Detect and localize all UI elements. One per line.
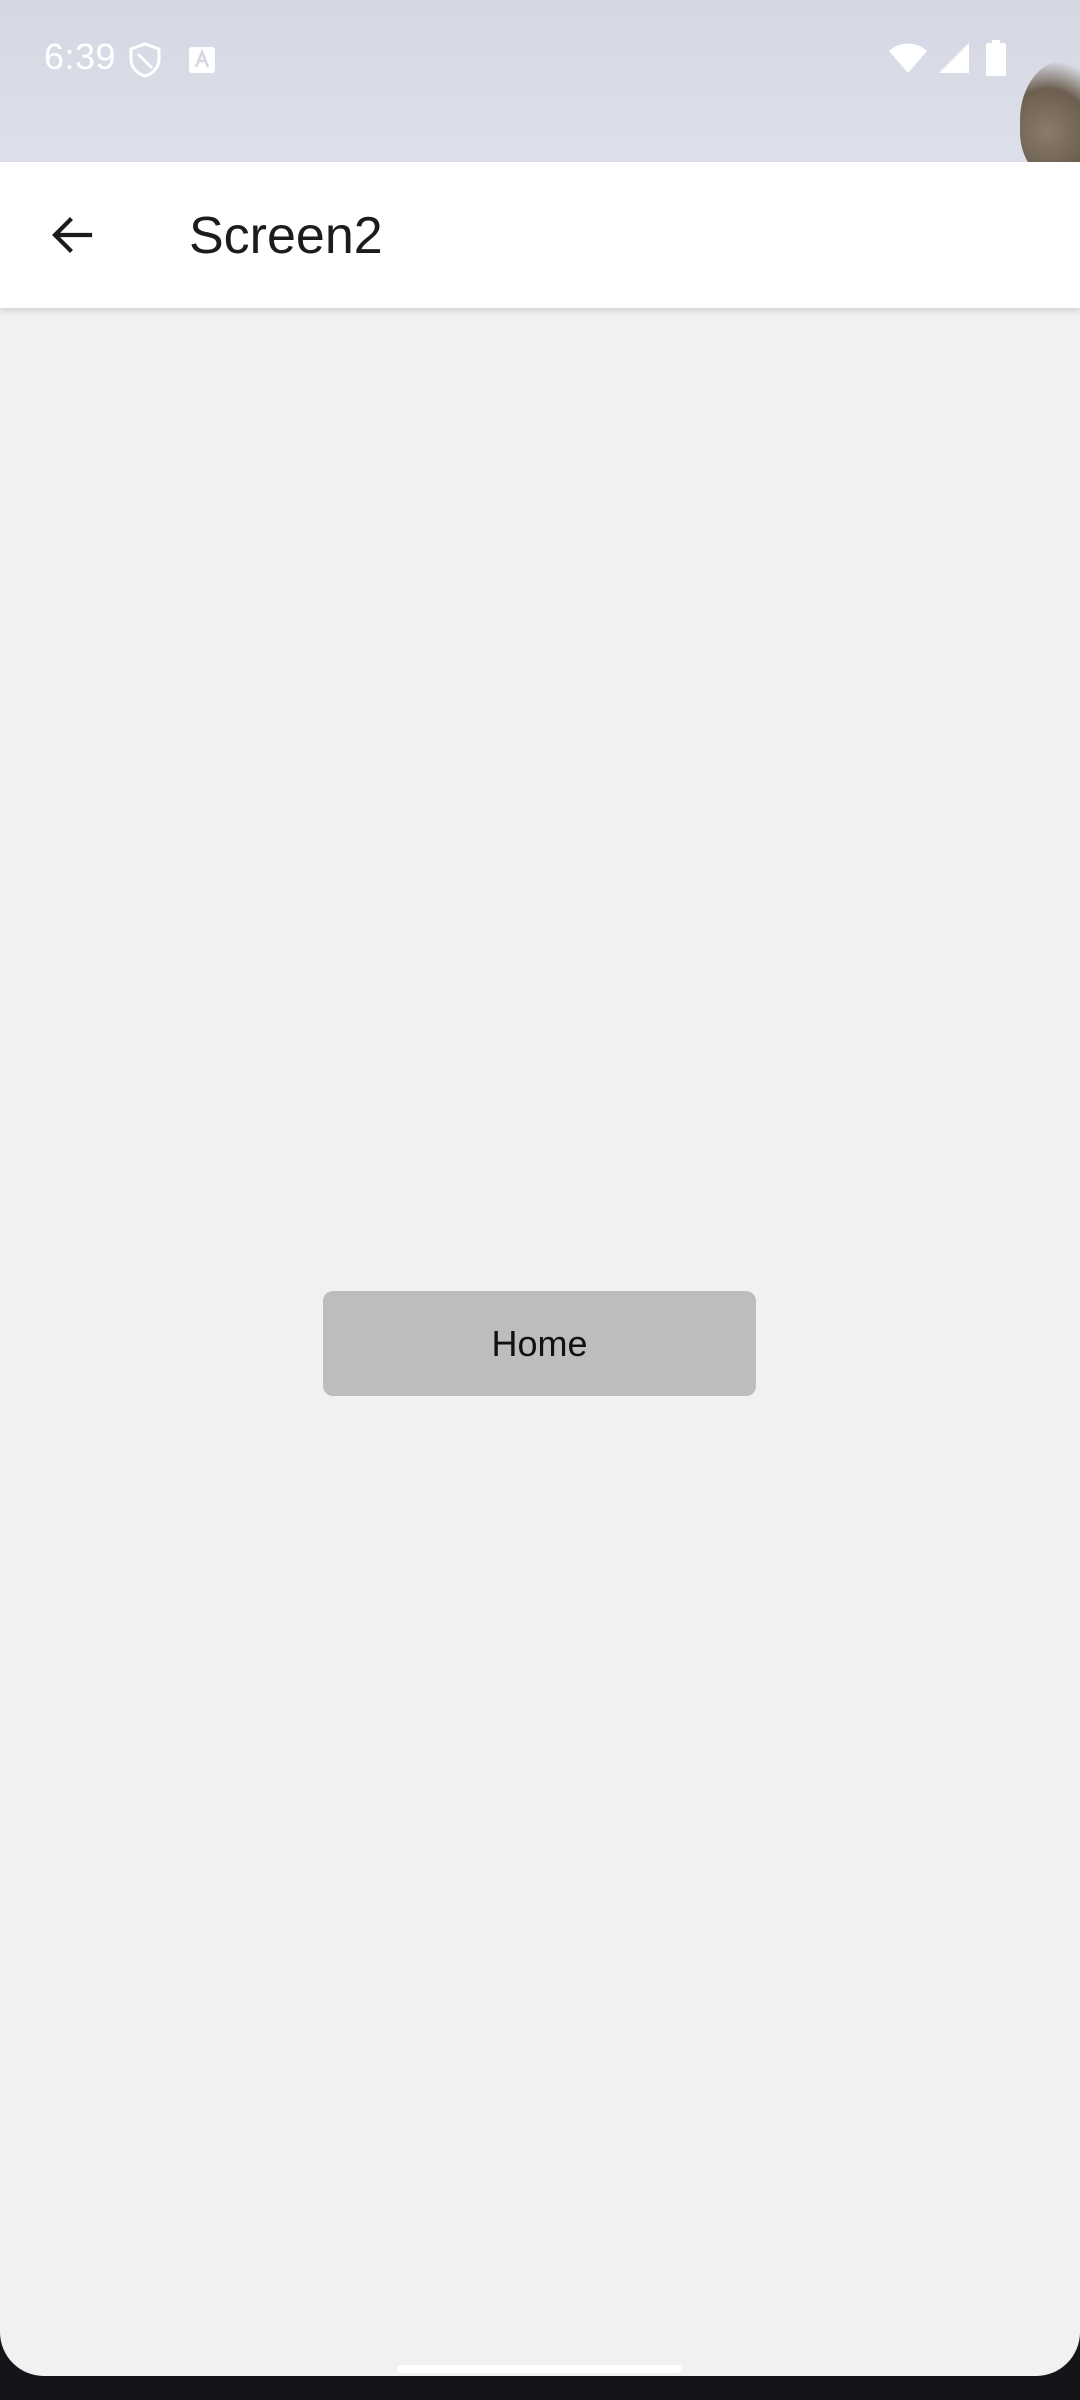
battery-icon bbox=[986, 40, 1006, 76]
device-frame: 6:39 Screen2 Home bbox=[0, 0, 1080, 2400]
wallpaper-fragment bbox=[1020, 60, 1080, 162]
shield-icon bbox=[129, 42, 161, 78]
main-content: Home bbox=[0, 308, 1080, 2376]
status-time: 6:39 bbox=[44, 36, 117, 77]
signal-icon bbox=[939, 43, 969, 73]
a-icon bbox=[189, 47, 215, 73]
page-title: Screen2 bbox=[189, 207, 383, 265]
back-button[interactable] bbox=[34, 197, 110, 273]
status-bar: 6:39 bbox=[0, 0, 1080, 162]
home-button[interactable]: Home bbox=[323, 1291, 756, 1396]
screen: 6:39 Screen2 Home bbox=[0, 0, 1080, 2376]
arrow-left-icon bbox=[52, 217, 93, 253]
app-bar: Screen2 bbox=[0, 162, 1080, 308]
gesture-handle[interactable] bbox=[397, 2365, 682, 2373]
wifi-icon bbox=[889, 43, 927, 73]
